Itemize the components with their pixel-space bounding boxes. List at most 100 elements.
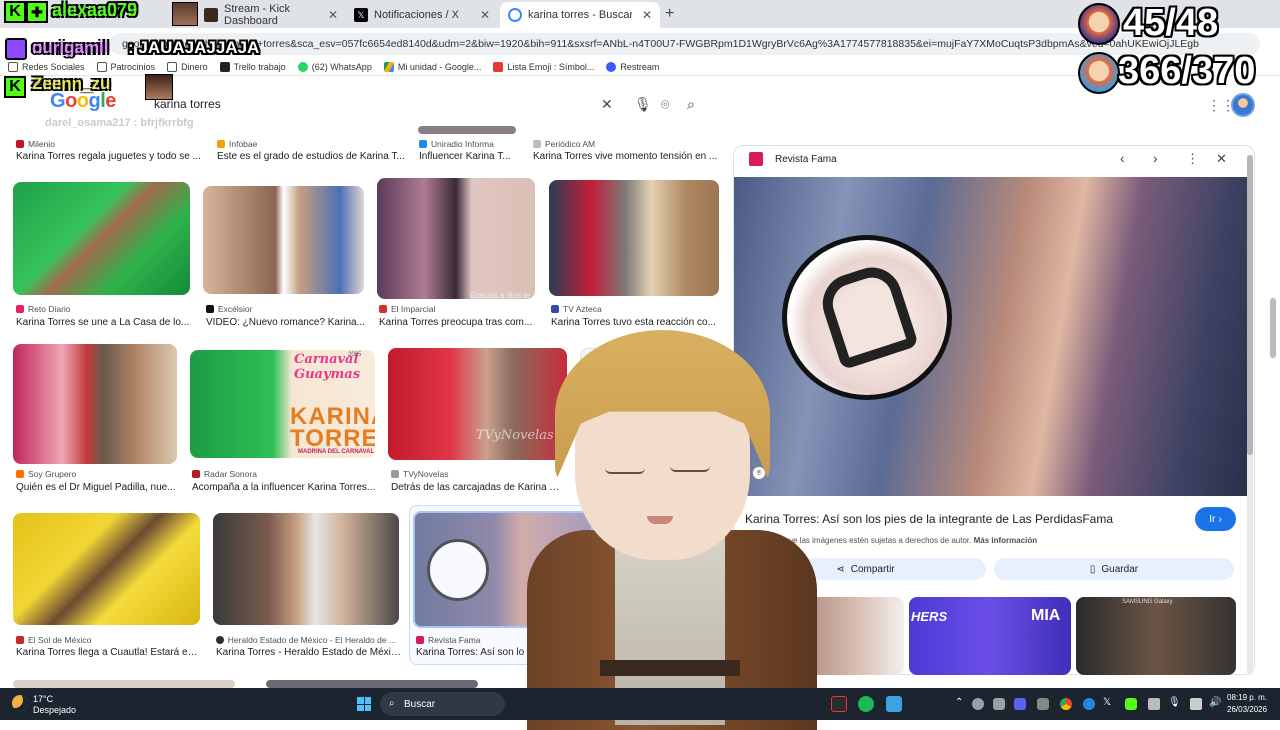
related-image[interactable]: HERS MIA xyxy=(909,597,1071,675)
result-image-excelsior[interactable] xyxy=(203,186,364,294)
excelsior-icon xyxy=(206,305,214,313)
more-info-link[interactable]: Más información xyxy=(974,536,1038,545)
network-icon[interactable] xyxy=(1190,698,1202,710)
microphone-icon[interactable]: 🎙 xyxy=(634,96,652,113)
whatsapp-icon xyxy=(297,61,308,72)
result-image-el-sol-de-mexico[interactable] xyxy=(13,513,200,625)
tray-icon[interactable] xyxy=(993,698,1005,710)
volume-icon[interactable]: 🔊 xyxy=(1209,697,1221,708)
result-image-radar-sonora[interactable]: Carnaval Guaymas 2025 KARINA TORRES MADR… xyxy=(190,350,375,458)
tray-icon[interactable] xyxy=(972,698,984,710)
taskbar-search[interactable] xyxy=(380,692,505,716)
vtuber-avatar xyxy=(505,330,835,730)
result-title[interactable]: Karina Torres tuvo esta reacción co... xyxy=(551,317,716,328)
tray-icon[interactable] xyxy=(1148,698,1160,710)
close-tab-icon[interactable]: ✕ xyxy=(480,8,490,22)
folder-icon xyxy=(167,61,178,72)
result-title[interactable]: Karina Torres llega a Cuautla! Estará en… xyxy=(16,647,201,658)
result-title[interactable]: Karina Torres - Heraldo Estado de México xyxy=(216,647,401,658)
result-title[interactable]: Karina Torres preocupa tras com... xyxy=(379,317,534,328)
tv-azteca-icon xyxy=(551,305,559,313)
bookmark-dinero[interactable]: Dinero xyxy=(167,61,208,72)
kick-icon[interactable] xyxy=(1125,698,1137,710)
close-tab-icon[interactable]: ✕ xyxy=(642,8,652,22)
bluetooth-icon[interactable] xyxy=(1083,698,1095,710)
related-image[interactable]: SAMSUNG Galaxy xyxy=(1076,597,1236,675)
plus-badge-icon: ✚ xyxy=(26,1,48,23)
chat-username: alexaa079 xyxy=(52,0,138,20)
counter-avatar-icon xyxy=(1078,52,1120,94)
save-button[interactable]: ▯ Guardar xyxy=(994,558,1234,580)
result-title[interactable]: Influencer Karina T... xyxy=(419,151,524,162)
page-scrollbar-thumb[interactable] xyxy=(1270,298,1276,358)
tab-label: Stream - Kick Dashboard xyxy=(224,3,291,27)
panel-scrollbar-thumb[interactable] xyxy=(1247,155,1253,455)
bookmark-restream[interactable]: Restream xyxy=(606,61,659,72)
vtube-studio-icon[interactable] xyxy=(886,696,902,712)
soy-grupero-icon xyxy=(16,470,24,478)
weather-temp[interactable]: 17°C xyxy=(33,694,53,704)
result-image-el-imparcial[interactable] xyxy=(377,178,535,299)
result-image-tv-azteca[interactable] xyxy=(549,180,719,296)
spotify-icon[interactable] xyxy=(858,696,874,712)
result-title[interactable]: Acompaña a la influencer Karina Torres..… xyxy=(192,482,377,493)
new-tab-icon[interactable]: + xyxy=(665,5,674,23)
chat-emote xyxy=(172,2,198,26)
result-title[interactable]: Karina Torres vive momento tensión en ..… xyxy=(533,151,718,162)
result-title[interactable]: Quién es el Dr Miguel Padilla, nue... xyxy=(16,482,176,493)
avatar-eye-left xyxy=(605,468,645,474)
chevron-up-icon[interactable]: ⌃ xyxy=(955,697,963,708)
bookmark-google-drive[interactable]: Mi unidad - Google... xyxy=(383,61,481,72)
weather-desc[interactable]: Despejado xyxy=(33,705,76,715)
tab-google-search[interactable]: karina torres - Buscar con Google ✕ xyxy=(500,2,660,28)
more-options-icon[interactable]: ⋮ xyxy=(1186,151,1199,167)
bookmark-redes-sociales[interactable]: Redes Sociales xyxy=(8,61,85,72)
chrome-icon[interactable] xyxy=(1060,698,1072,710)
tab-notificaciones-x[interactable]: 𝕏 Notificaciones / X ✕ xyxy=(346,2,498,28)
avatar[interactable] xyxy=(1231,93,1255,117)
result-source: TV Azteca xyxy=(551,304,602,314)
close-panel-icon[interactable]: ✕ xyxy=(1216,151,1227,167)
result-image[interactable] xyxy=(266,680,478,688)
close-tab-icon[interactable]: ✕ xyxy=(328,8,338,22)
chat-faded-line: darel_osama217 : bfrjfkrrbfg xyxy=(45,117,194,129)
periodico-am-icon xyxy=(533,140,541,148)
infobae-icon xyxy=(217,140,225,148)
search-box[interactable] xyxy=(140,88,710,120)
lens-camera-icon[interactable]: ⌾ xyxy=(661,96,669,113)
chevron-left-icon[interactable]: ‹ xyxy=(1120,150,1125,166)
clock-time[interactable]: 08:19 p. m. xyxy=(1227,693,1267,702)
carnaval-title: Carnaval Guaymas xyxy=(294,352,361,382)
microphone-icon[interactable]: 🎙 xyxy=(1168,697,1181,708)
discord-icon[interactable] xyxy=(1014,698,1026,710)
windows-start-icon[interactable] xyxy=(357,697,371,711)
result-title[interactable]: Karina Torres se une a La Casa de lo... xyxy=(16,317,191,328)
tab-kick-dashboard[interactable]: Stream - Kick Dashboard ✕ xyxy=(196,2,346,28)
result-image[interactable] xyxy=(418,126,516,134)
tray-icon[interactable] xyxy=(1037,698,1049,710)
visit-button[interactable]: Ir › xyxy=(1195,507,1236,531)
bookmark-patrocinios[interactable]: Patrocinios xyxy=(96,61,155,72)
result-image-heraldo[interactable] xyxy=(213,513,399,625)
obs-icon[interactable] xyxy=(831,696,847,712)
result-title[interactable]: Este es el grado de estudios de Karina T… xyxy=(217,151,407,162)
result-title[interactable]: Karina Torres regala juguetes y todo se … xyxy=(16,151,201,162)
bookmark-trello[interactable]: Trello trabajo xyxy=(219,61,286,72)
trello-icon xyxy=(219,61,230,72)
clock-date[interactable]: 26/03/2026 xyxy=(1227,705,1267,714)
bookmark-lista-emoji[interactable]: Lista Emoji : Símbol... xyxy=(493,61,594,72)
bookmark-whatsapp[interactable]: (62) WhatsApp xyxy=(297,61,372,72)
revista-fama-icon xyxy=(749,152,763,166)
chevron-right-icon[interactable]: › xyxy=(1153,150,1158,166)
result-source: Soy Grupero xyxy=(16,469,76,479)
x-icon[interactable]: 𝕏 xyxy=(1103,697,1111,708)
result-image[interactable] xyxy=(13,680,235,688)
result-source: Revista Fama xyxy=(416,635,480,645)
result-image-reto-diario[interactable] xyxy=(13,182,190,295)
result-title[interactable]: VIDEO: ¿Nuevo romance? Karina... xyxy=(206,317,366,328)
panel-source[interactable]: Revista Fama xyxy=(775,154,837,165)
clear-search-icon[interactable]: ✕ xyxy=(601,96,613,113)
result-image-soy-grupero[interactable] xyxy=(13,344,177,464)
search-icon[interactable]: ⌕ xyxy=(687,96,695,113)
carnaval-subtitle: MADRINA DEL CARNAVAL xyxy=(298,449,375,455)
